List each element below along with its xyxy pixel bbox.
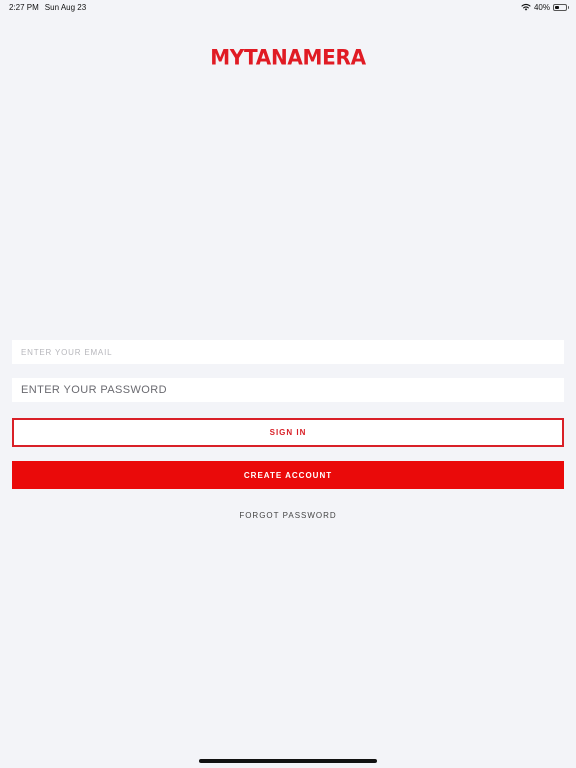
battery-level [555,5,559,9]
battery-icon [553,3,569,11]
status-bar: 2:27 PM Sun Aug 23 40% [0,0,576,14]
login-screen: 2:27 PM Sun Aug 23 40% MYTANAMERA SIGN IN… [0,0,576,768]
status-right: 40% [521,2,569,12]
sign-in-button[interactable]: SIGN IN [12,418,564,447]
battery-percent: 40% [533,2,550,12]
password-field[interactable] [12,378,564,402]
status-left: 2:27 PM Sun Aug 23 [9,3,86,12]
wifi-icon [521,3,531,11]
battery-nub [567,6,569,9]
status-time: 2:27 PM [9,3,39,12]
home-indicator[interactable] [199,759,377,763]
email-field[interactable] [12,340,564,364]
brand-logo: MYTANAMERA [210,44,366,70]
forgot-password-link[interactable]: FORGOT PASSWORD [0,511,576,520]
create-account-button[interactable]: CREATE ACCOUNT [12,461,564,489]
status-date: Sun Aug 23 [44,3,87,12]
